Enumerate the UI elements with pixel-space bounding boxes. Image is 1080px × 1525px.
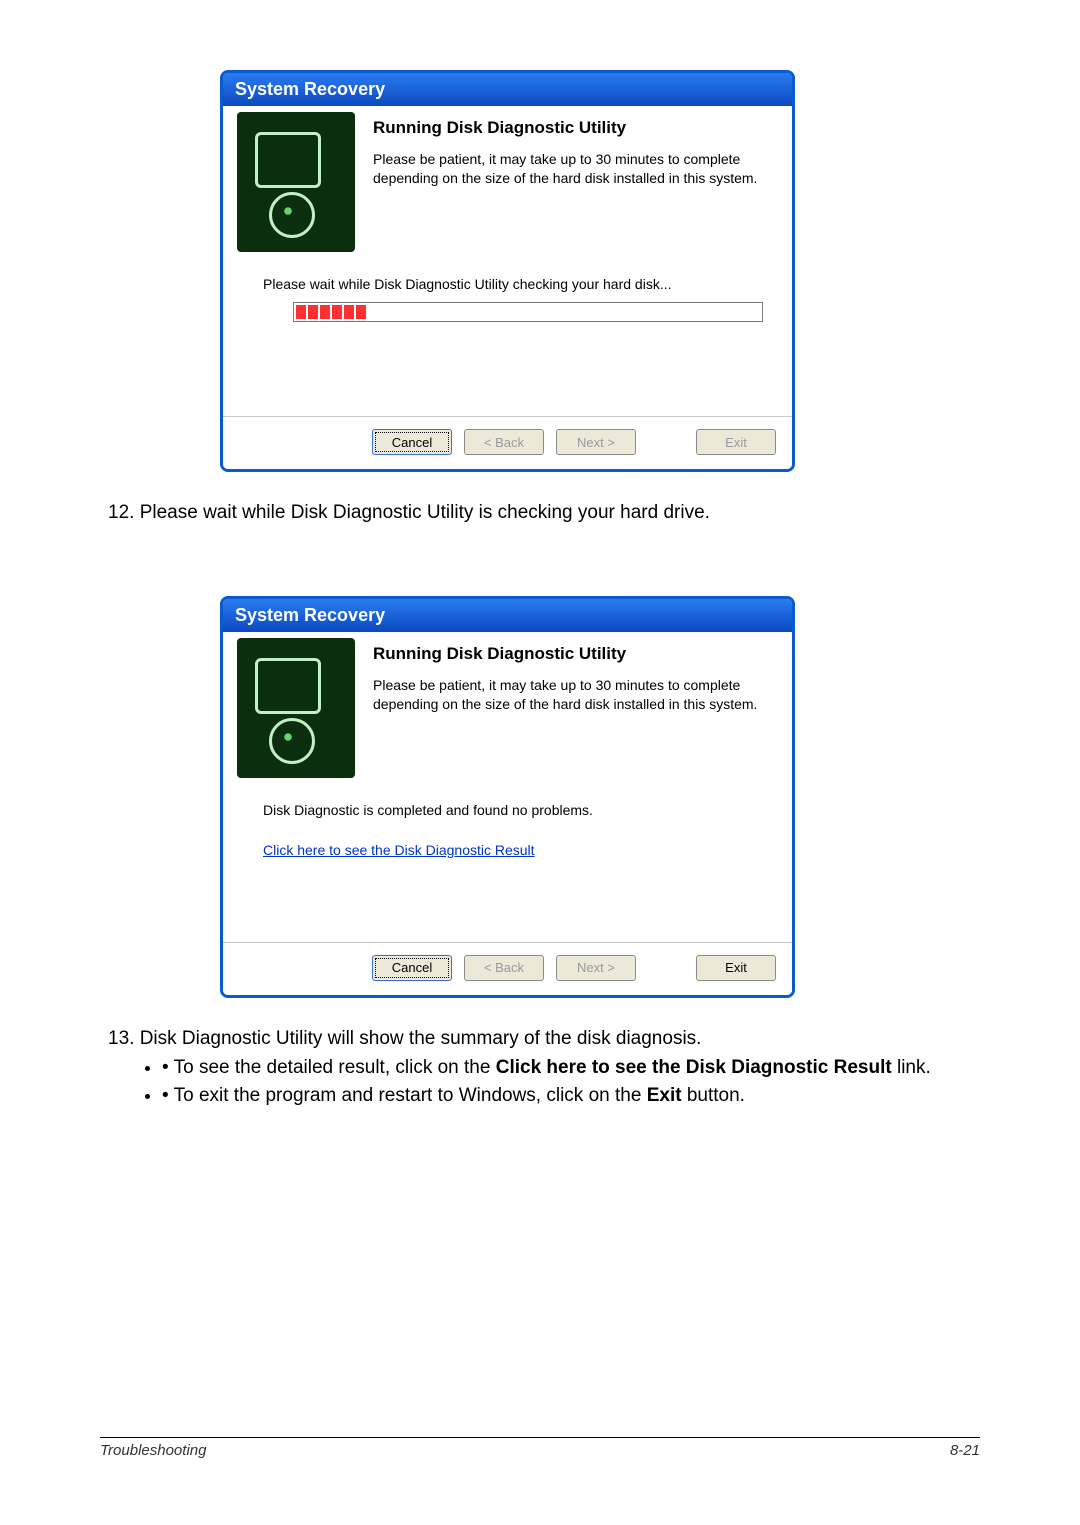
progress-block: [344, 305, 354, 319]
dialog-description: Please be patient, it may take up to 30 …: [373, 150, 774, 188]
exit-button: Exit: [696, 429, 776, 455]
step-13-bullet-1: • To see the detailed result, click on t…: [162, 1055, 980, 1081]
system-recovery-dialog-complete: System Recovery Running Disk Diagnostic …: [220, 596, 795, 998]
cancel-button[interactable]: Cancel: [372, 429, 452, 455]
dialog-description: Please be patient, it may take up to 30 …: [373, 676, 774, 714]
dialog-heading: Running Disk Diagnostic Utility: [373, 644, 774, 664]
diagnostic-result-link[interactable]: Click here to see the Disk Diagnostic Re…: [263, 842, 535, 858]
status-text: Please wait while Disk Diagnostic Utilit…: [263, 276, 752, 292]
progress-block: [356, 305, 366, 319]
hdd-diagnostic-icon: [237, 112, 355, 252]
progress-block: [332, 305, 342, 319]
step-12-text: 12. Please wait while Disk Diagnostic Ut…: [108, 500, 980, 526]
dialog-title: System Recovery: [223, 73, 792, 106]
footer-section: Troubleshooting: [100, 1442, 206, 1459]
system-recovery-dialog-running: System Recovery Running Disk Diagnostic …: [220, 70, 795, 472]
hdd-diagnostic-icon: [237, 638, 355, 778]
progress-block: [296, 305, 306, 319]
dialog-heading: Running Disk Diagnostic Utility: [373, 118, 774, 138]
dialog-title: System Recovery: [223, 599, 792, 632]
progress-block: [308, 305, 318, 319]
back-button: < Back: [464, 955, 544, 981]
footer-page-number: 8-21: [950, 1442, 980, 1459]
next-button: Next >: [556, 429, 636, 455]
cancel-button[interactable]: Cancel: [372, 955, 452, 981]
progress-bar: [293, 302, 763, 322]
exit-button[interactable]: Exit: [696, 955, 776, 981]
progress-block: [320, 305, 330, 319]
next-button: Next >: [556, 955, 636, 981]
step-13-bullet-2: • To exit the program and restart to Win…: [162, 1083, 980, 1109]
step-13-text: 13. Disk Diagnostic Utility will show th…: [108, 1026, 980, 1052]
back-button: < Back: [464, 429, 544, 455]
status-text: Disk Diagnostic is completed and found n…: [263, 802, 752, 818]
